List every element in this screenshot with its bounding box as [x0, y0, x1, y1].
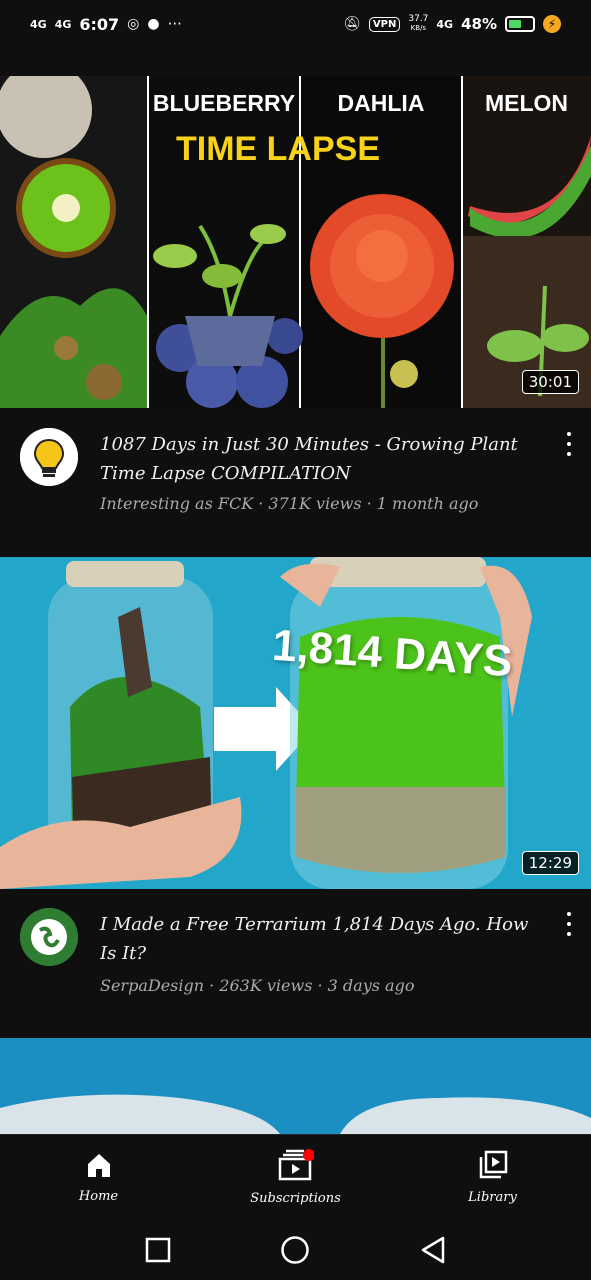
video-title[interactable]: I Made a Free Terrarium 1,814 Days Ago. …	[100, 910, 540, 968]
status-left: 4G 4G 6:07 ◎ ● ···	[30, 15, 182, 34]
lightbulb-icon	[20, 428, 78, 486]
more-notifications-icon: ···	[167, 15, 182, 33]
thumbnail-art	[0, 76, 591, 408]
video-channel-line: Interesting as FCK · 371K views · 1 mont…	[100, 494, 479, 513]
battery-icon	[505, 16, 535, 32]
thumbnail-label-dahlia: DAHLIA	[337, 90, 425, 116]
net-speed-unit: KB/s	[410, 24, 427, 32]
nav-subscriptions-label: Subscriptions	[250, 1191, 341, 1206]
subscriptions-icon	[278, 1149, 314, 1181]
home-circle-icon[interactable]	[280, 1235, 310, 1265]
nav-library-label: Library	[468, 1190, 517, 1205]
video-meta: I Made a Free Terrarium 1,814 Days Ago. …	[0, 900, 591, 1010]
thumbnail-label-blueberry: BLUEBERRY	[152, 90, 296, 116]
video-thumbnail[interactable]	[0, 1038, 591, 1134]
video-thumbnail[interactable]: BLUEBERRY DAHLIA MELON TIME LAPSE 30:01	[0, 76, 591, 408]
system-navigation-bar	[0, 1220, 591, 1280]
battery-fill	[509, 20, 522, 28]
nav-library[interactable]: Library	[394, 1135, 591, 1220]
status-bar: 4G 4G 6:07 ◎ ● ··· 🔕︎ VPN 37.7 KB/s 4G 4…	[0, 0, 591, 48]
charging-icon: ⚡	[543, 15, 561, 33]
home-icon	[87, 1154, 110, 1177]
thumbnail-headline: TIME LAPSE	[176, 130, 381, 168]
channel-avatar[interactable]	[20, 428, 78, 486]
mute-icon: 🔕︎	[343, 16, 361, 32]
recents-icon[interactable]	[145, 1237, 171, 1263]
vpn-badge: VPN	[368, 16, 401, 32]
chrome-icon: ◎	[127, 16, 140, 32]
more-options-icon[interactable]	[565, 432, 573, 456]
channel-avatar[interactable]	[20, 908, 78, 966]
signal-icon: 4G	[54, 17, 72, 31]
nav-home-label: Home	[78, 1189, 119, 1204]
video-thumbnail[interactable]: 1,814 DAYS 12:29	[0, 557, 591, 889]
status-right: 🔕︎ VPN 37.7 KB/s 4G 48% ⚡	[343, 15, 561, 33]
nav-subscriptions[interactable]: Subscriptions	[197, 1135, 394, 1220]
thumbnail-label-melon: MELON	[484, 90, 569, 116]
nav-home[interactable]: Home	[0, 1135, 197, 1220]
video-duration: 12:29	[521, 851, 579, 875]
net-speed: 37.7 KB/s	[408, 15, 428, 33]
signal-icon: 4G	[436, 17, 454, 31]
signal-icon: 4G	[30, 17, 47, 31]
bottom-navigation: Home Subscriptions Library	[0, 1134, 591, 1220]
net-speed-value: 37.7	[408, 14, 429, 24]
thumbnail-art	[0, 557, 591, 889]
video-channel-line: SerpaDesign · 263K views · 3 days ago	[100, 976, 415, 995]
video-duration: 30:01	[521, 370, 579, 394]
back-icon[interactable]	[420, 1236, 446, 1264]
video-meta: 1087 Days in Just 30 Minutes - Growing P…	[0, 420, 591, 530]
messenger-icon: ●	[147, 16, 160, 32]
more-options-icon[interactable]	[565, 912, 573, 936]
clock: 6:07	[79, 14, 120, 34]
library-icon	[479, 1150, 507, 1179]
battery-percent: 48%	[461, 15, 497, 33]
thumbnail-art	[0, 1038, 591, 1134]
serpadesign-logo-icon	[20, 908, 78, 966]
video-title[interactable]: 1087 Days in Just 30 Minutes - Growing P…	[100, 430, 540, 488]
